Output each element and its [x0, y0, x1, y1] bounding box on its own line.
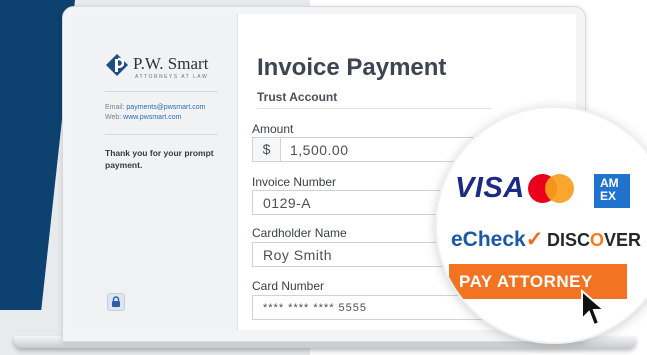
echeck-text: eCheck: [451, 228, 526, 251]
checkmark-icon: ✓: [525, 228, 544, 251]
web-label: Web:: [105, 114, 122, 121]
discover-text-a: DISC: [547, 230, 591, 250]
discover-logo: DISCOVER: [547, 230, 641, 251]
discover-text-b: VER: [604, 230, 642, 250]
page-title: Invoice Payment: [257, 54, 447, 81]
email-link[interactable]: payments@pwsmart.com: [126, 104, 205, 111]
card-number-value: **** **** **** 5555: [263, 302, 368, 314]
amex-logo: AM EX: [594, 174, 630, 208]
firm-logo-icon: [106, 54, 128, 76]
email-label: Email:: [105, 104, 125, 111]
card-number-label: Card Number: [252, 279, 325, 293]
amount-value: 1,500.00: [290, 142, 349, 158]
mouse-cursor-icon: [581, 289, 607, 327]
cardholder-name-label: Cardholder Name: [252, 226, 347, 240]
thank-you-message: Thank you for your prompt payment.: [105, 148, 214, 170]
invoice-number-label: Invoice Number: [252, 175, 337, 189]
web-link[interactable]: www.pwsmart.com: [123, 114, 181, 121]
email-line: Email: payments@pwsmart.com: [105, 104, 205, 111]
secure-lock-button[interactable]: [107, 293, 125, 311]
sidebar-divider: [105, 91, 218, 92]
amount-field[interactable]: $ 1,500.00: [252, 137, 492, 162]
echeck-logo: eCheck✓: [451, 227, 543, 252]
section-divider: [257, 108, 492, 109]
invoice-number-value: 0129-A: [263, 195, 312, 211]
firm-subtitle: ATTORNEYS AT LAW: [135, 74, 209, 80]
amount-label: Amount: [252, 122, 294, 136]
sidebar-divider: [105, 134, 218, 135]
discover-o: O: [590, 230, 605, 250]
mastercard-logo-circle: [545, 174, 574, 203]
currency-prefix: $: [253, 138, 281, 161]
visa-logo: VISA: [455, 172, 525, 204]
web-line: Web: www.pwsmart.com: [105, 114, 182, 121]
cardholder-name-value: Roy Smith: [263, 247, 333, 263]
firm-name: P.W. Smart: [133, 54, 209, 73]
account-label: Trust Account: [257, 90, 338, 104]
amex-bottom: EX: [600, 189, 617, 203]
sidebar: P.W. Smart ATTORNEYS AT LAW Email: payme…: [71, 14, 238, 330]
amex-top: AM: [600, 176, 619, 190]
lock-icon: [112, 296, 120, 307]
